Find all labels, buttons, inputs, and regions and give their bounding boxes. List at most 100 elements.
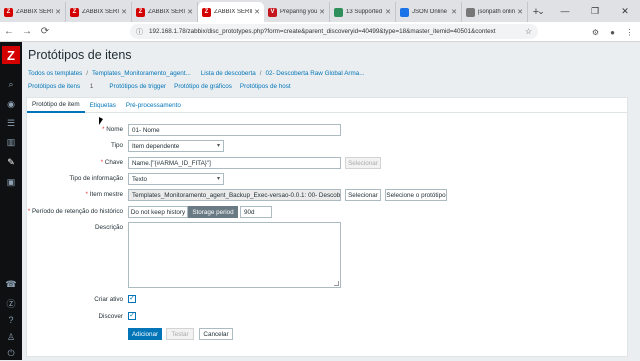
mouse-cursor-icon: [99, 117, 103, 125]
tab-favicon-icon: Z: [202, 7, 211, 17]
tab-label: 13 Supported JS: [346, 9, 383, 15]
signout-icon[interactable]: ⏻: [0, 345, 22, 361]
help-icon[interactable]: ?: [0, 312, 22, 328]
tab-label: ZABBIX SERIES: [214, 9, 252, 15]
description-textarea[interactable]: [128, 222, 341, 288]
tab-label: ZABBIX SERIES: [148, 9, 185, 15]
info-type-select[interactable]: Texto: [128, 173, 224, 185]
browser-tab[interactable]: 13 Supported JS✕: [330, 2, 396, 22]
user-icon[interactable]: ♙: [0, 329, 22, 345]
subnav-trigger-prototypes[interactable]: Protótipos de trigger: [109, 83, 166, 90]
browser-toolbar: ← → ⟳ ⓘ 192.168.1.78/zabbix/disc_prototy…: [0, 22, 640, 42]
tab-label: jsonpath online ev: [478, 9, 516, 15]
item-prototype-form: Protótipo de item Etiquetas Pré-processa…: [26, 97, 628, 357]
subnav-host-prototypes[interactable]: Protótipos de host: [240, 83, 291, 90]
breadcrumb: Todos os templates / Templates_Monitorame…: [28, 70, 365, 77]
reload-button[interactable]: ⟳: [36, 23, 54, 41]
browser-tab[interactable]: jsonpath online ev✕: [462, 2, 528, 22]
configuration-wrench-icon[interactable]: ✎: [0, 154, 22, 170]
minimize-button[interactable]: —: [550, 0, 580, 22]
reports-chart-icon[interactable]: ▥: [0, 134, 22, 150]
breadcrumb-discovery-list[interactable]: Lista de descoberta: [201, 70, 256, 77]
name-input[interactable]: 01- Nome: [128, 124, 341, 136]
tab-close-icon[interactable]: ✕: [121, 8, 127, 16]
browser-tab[interactable]: ZZABBIX SERIES✕: [198, 2, 264, 22]
url-text: 192.168.1.78/zabbix/disc_prototypes.php?…: [149, 28, 496, 35]
menu-icon[interactable]: ⋮: [621, 23, 638, 41]
bookmark-star-icon[interactable]: ☆: [525, 27, 532, 36]
subnav-graph-prototypes[interactable]: Protótipo de gráficos: [174, 83, 232, 90]
address-bar[interactable]: ⓘ 192.168.1.78/zabbix/disc_prototypes.ph…: [130, 24, 538, 39]
history-period-input[interactable]: 90d: [240, 206, 272, 218]
tab-tags[interactable]: Etiquetas: [85, 98, 121, 113]
monitoring-eye-icon[interactable]: ◉: [0, 96, 22, 112]
cancel-button[interactable]: Cancelar: [199, 328, 233, 340]
support-icon[interactable]: ☎: [0, 276, 22, 292]
inventory-list-icon[interactable]: ☰: [0, 115, 22, 131]
discover-checkbox[interactable]: ✓: [128, 312, 136, 320]
profile-avatar[interactable]: ●: [604, 23, 621, 41]
tab-preprocessing[interactable]: Pré-processamento: [121, 98, 186, 113]
tab-item-prototype[interactable]: Protótipo de item: [27, 98, 85, 113]
back-button[interactable]: ←: [0, 23, 18, 41]
history-storage-period-toggle[interactable]: Storage period: [188, 206, 238, 218]
create-enabled-label: Criar ativo: [94, 296, 123, 303]
info-icon[interactable]: ⓘ: [136, 27, 143, 37]
forward-button[interactable]: →: [18, 23, 36, 41]
zabbix-logo[interactable]: Z: [2, 46, 20, 64]
tab-label: ZABBIX SERIES: [82, 9, 119, 15]
key-input[interactable]: Name.["{#ARMA_ID_FITA}"]: [128, 157, 341, 169]
subnav-item-prototypes[interactable]: Protótipos de itens 1: [28, 83, 101, 90]
tab-label: ZABBIX SERIES: [16, 9, 53, 15]
browser-tab[interactable]: ZZABBIX SERIES✕: [132, 2, 198, 22]
description-label: Descrição: [95, 224, 123, 231]
subnav-item-prototypes-label: Protótipos de itens: [28, 83, 81, 90]
tab-close-icon[interactable]: ✕: [55, 8, 61, 16]
breadcrumb-discovery-rule[interactable]: 02- Descoberta Raw Global Arma...: [265, 70, 364, 77]
tab-close-icon[interactable]: ✕: [319, 8, 325, 16]
close-window-button[interactable]: ✕: [610, 0, 640, 22]
browser-tab[interactable]: JSON Online Vali✕: [396, 2, 462, 22]
maximize-button[interactable]: ❐: [580, 0, 610, 22]
master-item-field[interactable]: Templates_Monitoramento_agent_Backup_Exe…: [128, 189, 341, 201]
create-enabled-checkbox[interactable]: ✓: [128, 295, 136, 303]
tab-close-icon[interactable]: ✕: [517, 8, 523, 16]
browser-tab[interactable]: ZZABBIX SERIES✕: [0, 2, 66, 22]
history-do-not-keep-toggle[interactable]: Do not keep history: [128, 206, 188, 218]
master-item-select-button[interactable]: Selecionar: [345, 189, 381, 201]
tab-close-icon[interactable]: ✕: [187, 8, 193, 16]
tab-search-icon[interactable]: ⌄: [532, 0, 550, 22]
resize-grip-icon[interactable]: [334, 281, 339, 286]
subnav-item-count: 1: [89, 83, 94, 90]
tab-label: Preparing your: [280, 9, 318, 15]
share-icon[interactable]: Ⓩ: [0, 295, 22, 311]
tab-favicon-icon: [334, 7, 343, 17]
tab-favicon-icon: Z: [4, 7, 13, 17]
test-button[interactable]: Testar: [166, 328, 194, 340]
tab-close-icon[interactable]: ✕: [385, 8, 391, 16]
form-tabs: Protótipo de item Etiquetas Pré-processa…: [27, 98, 627, 113]
subnav: Protótipos de itens 1 Protótipos de trig…: [28, 83, 299, 90]
master-item-label: * Item mestre: [85, 191, 123, 198]
breadcrumb-template[interactable]: Templates_Monitoramento_agent...: [92, 70, 191, 77]
search-icon[interactable]: ⌕: [0, 76, 22, 92]
key-select-button[interactable]: Selecionar: [345, 157, 381, 169]
type-label: Tipo: [110, 142, 123, 149]
browser-tab-strip: ZZABBIX SERIES✕ZZABBIX SERIES✕ZZABBIX SE…: [0, 0, 640, 22]
main-content: Protótipos de itens Todos os templates / …: [22, 42, 640, 360]
browser-tab[interactable]: V Preparing your ✕: [264, 2, 330, 22]
administration-icon[interactable]: ▣: [0, 174, 22, 190]
extension-icon[interactable]: ⚙: [587, 23, 604, 41]
tab-label: JSON Online Vali: [412, 9, 449, 15]
browser-tab[interactable]: ZZABBIX SERIES✕: [66, 2, 132, 22]
add-button[interactable]: Adicionar: [128, 328, 162, 340]
tab-close-icon[interactable]: ✕: [451, 8, 457, 16]
zabbix-sidebar: Z ⌕ ◉ ☰ ▥ ✎ ▣ ☎ Ⓩ ? ♙ ⏻: [0, 42, 22, 360]
page-title: Protótipos de itens: [28, 48, 132, 62]
type-select[interactable]: Item dependente: [128, 140, 224, 152]
breadcrumb-all-templates[interactable]: Todos os templates: [28, 70, 82, 77]
info-type-label: Tipo de informação: [69, 175, 123, 182]
key-label: * Chave: [100, 159, 123, 166]
master-item-select-prototype-button[interactable]: Selecione o protótipo: [385, 189, 447, 201]
tab-close-icon[interactable]: ✕: [254, 8, 260, 16]
